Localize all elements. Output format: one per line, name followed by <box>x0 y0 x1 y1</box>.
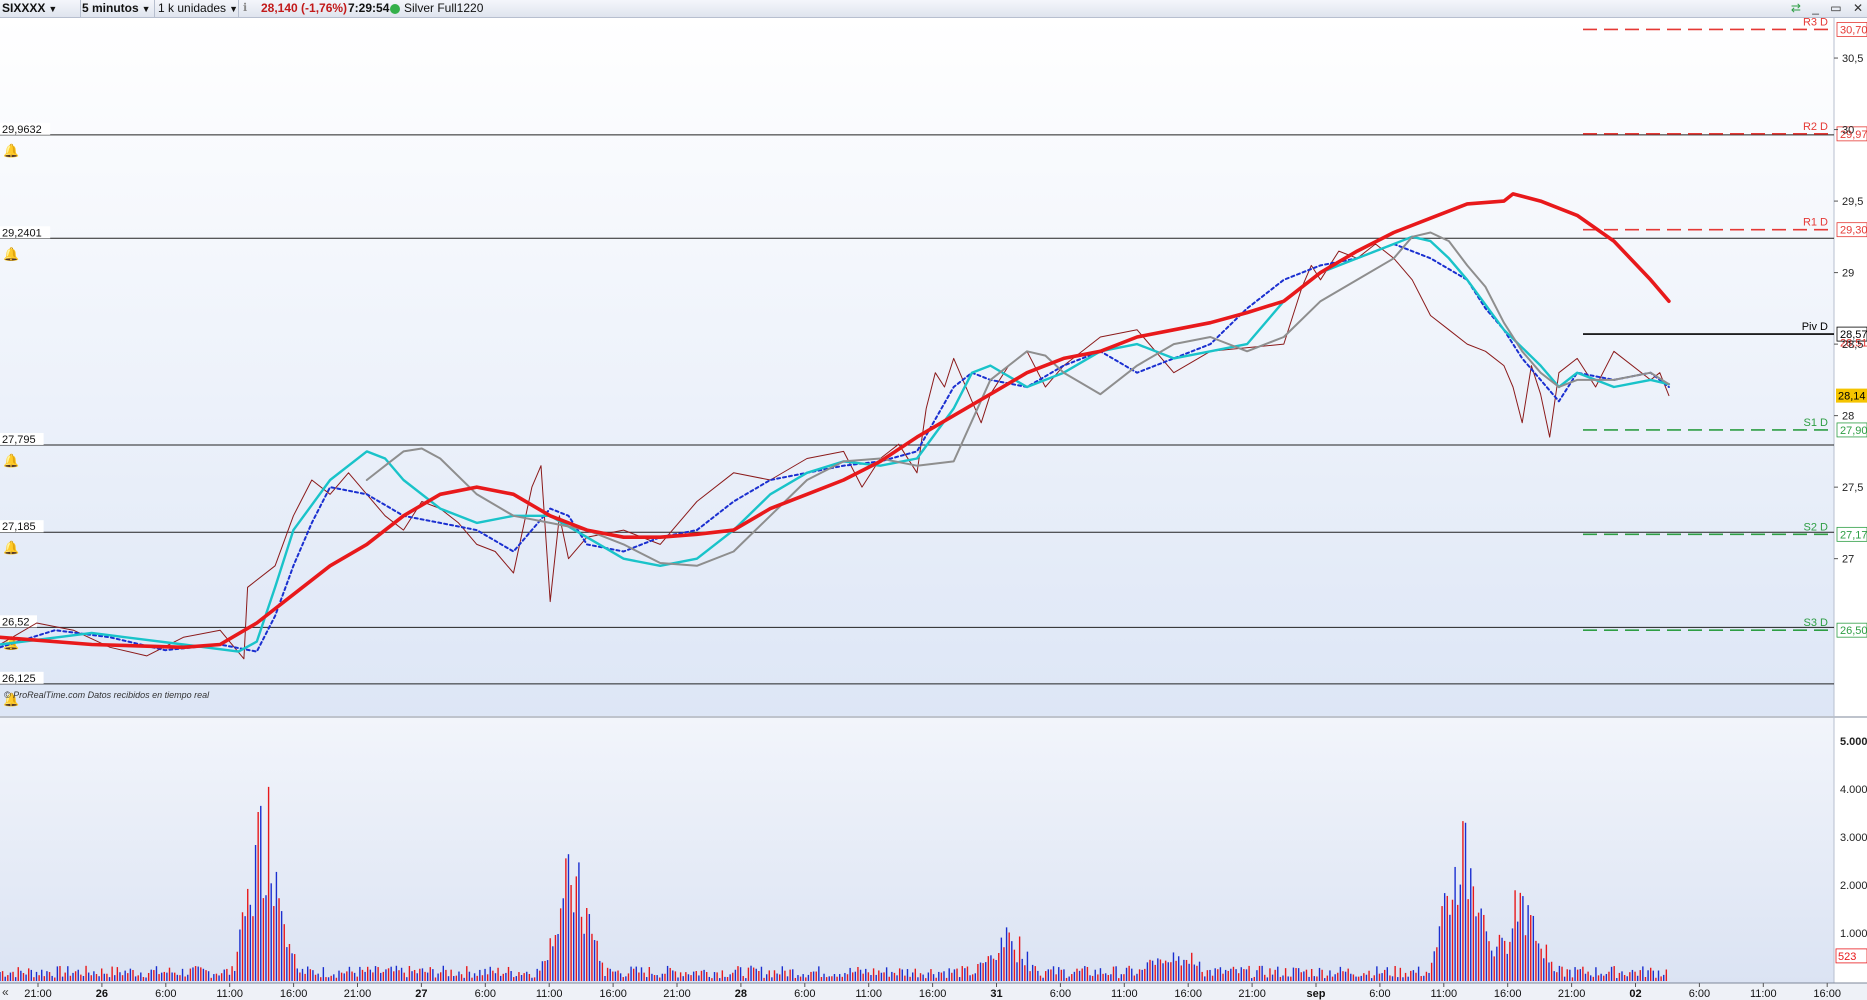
close-icon[interactable]: ✕ <box>1853 1 1863 15</box>
time-tick-label: 21:00 <box>1238 988 1266 1000</box>
price-tick-label: 28 <box>1842 411 1854 423</box>
time-tick-label: 21:00 <box>1558 988 1586 1000</box>
price-tick-label: 30 <box>1842 125 1854 137</box>
chevron-down-icon: ▼ <box>141 4 151 14</box>
volume-axis: 5.000 4.000 3.000 2.000 1.000 523 <box>1835 736 1867 964</box>
symbol-selector[interactable]: SIXXXX ▼ <box>2 0 81 18</box>
price-tick-label: 27 <box>1842 554 1854 566</box>
pivot-value-label: 27,17 <box>1840 529 1867 541</box>
info-icon[interactable]: ℹ <box>243 0 247 18</box>
time-tick-label: 6:00 <box>1050 988 1071 1000</box>
chevron-down-icon: ▼ <box>229 4 238 14</box>
price-tick-label: 30,5 <box>1842 53 1863 65</box>
minimize-icon[interactable]: _ <box>1812 1 1819 15</box>
units-label: 1 k unidades <box>158 1 227 15</box>
pivot-name-label: S1 D <box>1804 417 1829 429</box>
link-icon[interactable]: ⇄ <box>1791 1 1801 15</box>
alert-bell-icon: 🔔 <box>3 453 19 468</box>
scroll-left-icon[interactable]: « <box>2 985 9 999</box>
time-tick-label: 11:00 <box>1111 988 1138 1000</box>
time-tick-label: 6:00 <box>155 988 176 1000</box>
last-price-label: 28,14 <box>1838 391 1866 403</box>
price-tick-label: 29 <box>1842 268 1854 280</box>
restore-icon[interactable]: ▭ <box>1830 1 1841 15</box>
time-tick-label: 11:00 <box>216 988 243 1000</box>
pivot-value-label: 30,70 <box>1840 24 1867 36</box>
units-selector[interactable]: 1 k unidades ▼ <box>158 0 239 18</box>
pivot-name-label: S3 D <box>1804 617 1829 629</box>
data-feed-label: Silver Full1220 <box>404 1 484 15</box>
price-change: 28,140 (-1,76%) <box>261 1 348 15</box>
alert-bell-icon: 🔔 <box>3 540 19 555</box>
price-tick-label: 29,5 <box>1842 196 1863 208</box>
time-tick-label: 16:00 <box>919 988 947 1000</box>
alert-bell-icon: 🔔 <box>3 246 19 261</box>
time-tick-label: sep <box>1307 988 1326 1000</box>
volume-tick-label: 5.000 <box>1840 736 1867 748</box>
time-tick-label: 11:00 <box>1430 988 1457 1000</box>
pivot-value-label: 26,50 <box>1840 625 1867 637</box>
volume-tick-label: 3.000 <box>1840 832 1867 844</box>
time-tick-label: 02 <box>1629 988 1641 1000</box>
level-label: 27,185 <box>2 521 36 533</box>
interval-selector[interactable]: 5 minutos ▼ <box>82 0 155 18</box>
volume-tick-label: 4.000 <box>1840 784 1867 796</box>
time-tick-label: 16:00 <box>1494 988 1522 1000</box>
time-tick-label: 16:00 <box>1813 988 1841 1000</box>
symbol-label: SIXXXX <box>2 1 46 15</box>
time-tick-label: 16:00 <box>280 988 308 1000</box>
time-tick-label: 11:00 <box>536 988 563 1000</box>
time-tick-label: 28 <box>735 988 747 1000</box>
time-tick-label: 11:00 <box>1750 988 1777 1000</box>
time-tick-label: 26 <box>96 988 108 1000</box>
pivot-value-label: 29,30 <box>1840 225 1867 237</box>
price-chart[interactable]: 29,9632🔔29,2401🔔27,795🔔27,185🔔26,52🔔26,1… <box>0 18 1867 1000</box>
time-tick-label: 16:00 <box>599 988 627 1000</box>
time-tick-label: 21:00 <box>24 988 52 1000</box>
pivot-value-label: 27,90 <box>1840 425 1867 437</box>
price-panel-background <box>0 18 1834 716</box>
time-tick-label: 21:00 <box>344 988 372 1000</box>
time-tick-label: 11:00 <box>855 988 882 1000</box>
level-label: 26,52 <box>2 616 30 628</box>
pivot-name-label: R2 D <box>1803 121 1828 133</box>
time-tick-label: 6:00 <box>1369 988 1390 1000</box>
level-label: 26,125 <box>2 673 36 685</box>
level-label: 27,795 <box>2 434 36 446</box>
toolbar: SIXXXX ▼ 5 minutos ▼ 1 k unidades ▼ ℹ 28,14… <box>0 0 1867 18</box>
volume-tick-label: 2.000 <box>1840 880 1867 892</box>
pivot-name-label: R3 D <box>1803 18 1828 28</box>
time-tick-label: 21:00 <box>663 988 691 1000</box>
chevron-down-icon: ▼ <box>48 4 58 14</box>
pivot-name-label: Piv D <box>1802 321 1828 333</box>
pivot-name-label: S2 D <box>1804 521 1829 533</box>
volume-panel-background <box>0 718 1834 983</box>
time-tick-label: 6:00 <box>794 988 815 1000</box>
clock: 7:29:54 <box>348 1 390 15</box>
alert-bell-icon: 🔔 <box>3 143 19 158</box>
connection-status-icon <box>390 4 400 14</box>
time-tick-label: 6:00 <box>1689 988 1710 1000</box>
time-tick-label: 31 <box>990 988 1002 1000</box>
volume-last-label: 523 <box>1838 951 1856 963</box>
pivot-name-label: R1 D <box>1803 217 1828 229</box>
source-note: © ProRealTime.com Datos recibidos en tie… <box>4 690 210 700</box>
time-tick-label: 6:00 <box>475 988 496 1000</box>
price-tick-label: 28,5 <box>1842 339 1863 351</box>
volume-tick-label: 1.000 <box>1840 928 1867 940</box>
window-controls: ⇄ _ ▭ ✕ <box>1783 0 1863 18</box>
interval-label: 5 minutos <box>82 1 139 15</box>
time-tick-label: 16:00 <box>1174 988 1202 1000</box>
time-tick-label: 27 <box>415 988 427 1000</box>
level-label: 29,2401 <box>2 227 42 239</box>
price-tick-label: 27,5 <box>1842 482 1863 494</box>
level-label: 29,9632 <box>2 124 42 136</box>
